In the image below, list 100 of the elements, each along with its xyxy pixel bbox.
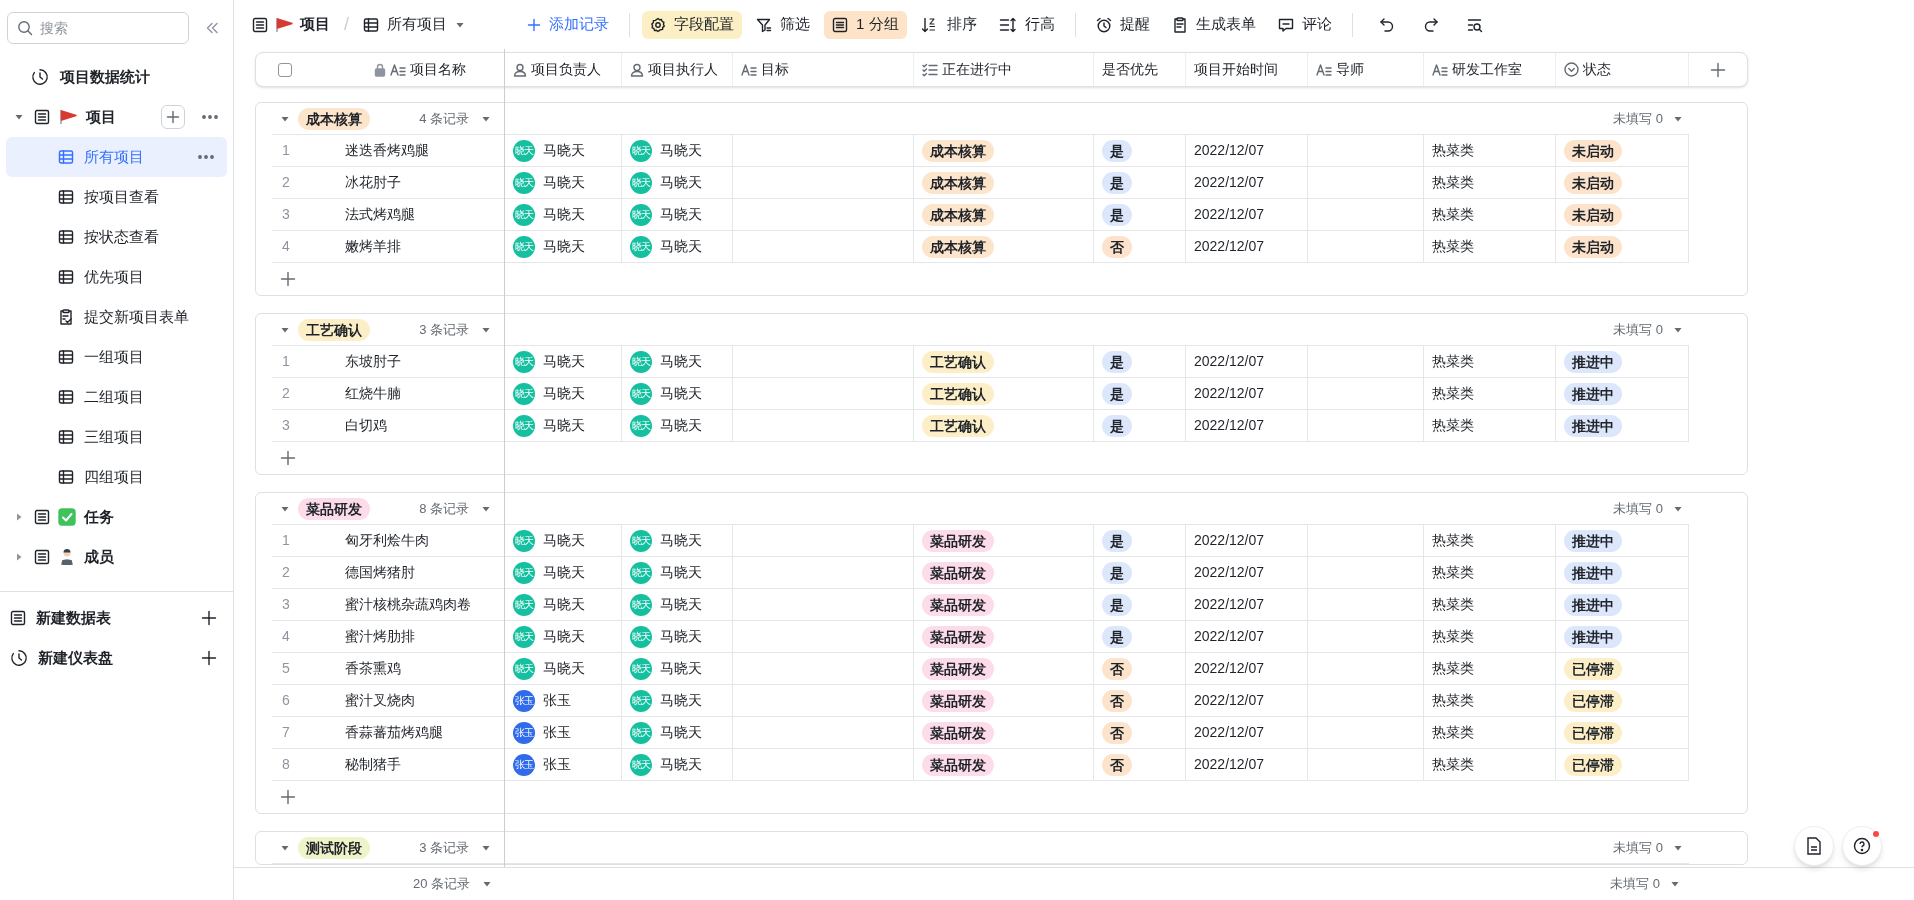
person-name: 马晓天 xyxy=(660,627,702,646)
column-header[interactable]: 项目执行人 xyxy=(630,59,718,80)
avatar: 晓天 xyxy=(630,350,652,373)
caret-toggle[interactable] xyxy=(14,112,24,122)
avatar: 晓天 xyxy=(630,753,652,776)
row-height-icon xyxy=(998,16,1017,33)
row-number: 1 xyxy=(282,352,291,371)
table-cell-text: 2022/12/07 xyxy=(1194,384,1265,403)
sidebar-item[interactable]: 一组项目 xyxy=(6,337,227,377)
table-cell-text: 热菜类 xyxy=(1432,352,1474,371)
alarm-clock-icon xyxy=(1095,16,1112,33)
collapse-button[interactable] xyxy=(205,22,219,34)
toolbar-button[interactable]: 提醒 xyxy=(1087,10,1158,39)
add-row-button[interactable] xyxy=(280,271,296,287)
caret-toggle[interactable] xyxy=(14,512,24,522)
table-cell-text: 东坡肘子 xyxy=(345,352,401,371)
plus-icon xyxy=(280,789,296,805)
sidebar-item[interactable]: 项目 xyxy=(34,105,116,129)
sidebar-item[interactable]: 按状态查看 xyxy=(6,217,227,257)
more-button[interactable] xyxy=(197,154,215,160)
tag: 推进中 xyxy=(1564,414,1622,437)
toolbar-button[interactable]: 添加记录 xyxy=(519,10,617,39)
sidebar-item[interactable]: 四组项目 xyxy=(6,457,227,497)
sidebar-item[interactable]: 所有项目 xyxy=(6,137,227,177)
column-header[interactable]: 项目开始时间 xyxy=(1194,59,1278,80)
record-count: 4 条记录 xyxy=(419,109,469,128)
table-icon xyxy=(58,389,74,405)
column-header[interactable]: 正在进行中 xyxy=(922,59,1012,80)
table-cell-text: 热菜类 xyxy=(1432,627,1474,646)
table-cell-text: 2022/12/07 xyxy=(1194,352,1265,371)
person-at-laptop-icon xyxy=(58,548,76,566)
toolbar-button[interactable]: 评论 xyxy=(1269,10,1340,39)
sidebar-item[interactable]: 成员 xyxy=(34,545,114,569)
select-all-checkbox[interactable] xyxy=(278,62,292,77)
row-number: 2 xyxy=(282,384,291,403)
column-header[interactable]: 项目名称 xyxy=(374,59,466,80)
help-button[interactable] xyxy=(1842,826,1882,866)
sidebar-item[interactable]: 优先项目 xyxy=(6,257,227,297)
person-icon xyxy=(630,62,644,77)
sidebar-item[interactable]: 新建数据表 xyxy=(0,598,233,638)
table-cell-text: 匈牙利烩牛肉 xyxy=(345,531,429,550)
column-header[interactable]: 状态 xyxy=(1564,59,1611,80)
document-button[interactable] xyxy=(1794,826,1834,866)
toolbar-button[interactable]: 1 分组 xyxy=(824,10,907,39)
sidebar-item[interactable]: 三组项目 xyxy=(6,417,227,457)
column-header[interactable]: 项目负责人 xyxy=(513,59,601,80)
tag: 是 xyxy=(1102,139,1132,162)
table-cell-text: 2022/12/07 xyxy=(1194,531,1265,550)
more-button[interactable] xyxy=(201,114,219,120)
column-header[interactable]: 导师 xyxy=(1316,59,1364,80)
table-cell-text: 热菜类 xyxy=(1432,237,1474,256)
filter-icon xyxy=(756,16,772,33)
toolbar-button[interactable]: 筛选 xyxy=(748,10,818,39)
dropdown-toggle[interactable] xyxy=(1670,879,1680,889)
toolbar-button[interactable]: 字段配置 xyxy=(642,10,742,39)
view-dropdown[interactable]: 所有项目 xyxy=(363,13,465,36)
sidebar-item[interactable]: 按项目查看 xyxy=(6,177,227,217)
unfilled-count: 未填写 0 xyxy=(1613,109,1663,128)
column-header[interactable]: 研发工作室 xyxy=(1432,59,1522,80)
sidebar-item[interactable]: 项目数据统计 xyxy=(0,57,233,97)
row-number: 2 xyxy=(282,173,291,192)
table-cell-text: 2022/12/07 xyxy=(1194,723,1265,742)
person-name: 马晓天 xyxy=(660,141,702,160)
add-button[interactable] xyxy=(201,610,217,626)
toolbar-button[interactable]: 生成表单 xyxy=(1163,10,1264,39)
column-header[interactable]: 是否优先 xyxy=(1102,59,1158,80)
text-field-icon xyxy=(741,62,757,77)
person-name: 马晓天 xyxy=(543,659,585,678)
toolbar-button[interactable]: 排序 xyxy=(912,10,985,39)
tag: 推进中 xyxy=(1564,382,1622,405)
add-row-button[interactable] xyxy=(280,789,296,805)
table-cell-text: 蜜汁烤肋排 xyxy=(345,627,415,646)
caret-toggle[interactable] xyxy=(14,552,24,562)
add-row-button[interactable] xyxy=(280,450,296,466)
avatar: 晓天 xyxy=(513,382,535,405)
sidebar-item[interactable]: 任务 xyxy=(34,505,114,529)
tag: 是 xyxy=(1102,625,1132,648)
toolbar-button[interactable]: 行高 xyxy=(990,10,1063,39)
person-name: 马晓天 xyxy=(543,205,585,224)
plus-icon xyxy=(166,110,180,124)
lock-icon xyxy=(374,62,386,77)
collapse-icon xyxy=(205,22,219,34)
person-name: 马晓天 xyxy=(660,352,702,371)
dropdown-toggle[interactable] xyxy=(482,879,492,889)
sidebar-item[interactable]: 提交新项目表单 xyxy=(6,297,227,337)
avatar: 晓天 xyxy=(630,689,652,712)
avatar: 晓天 xyxy=(630,203,652,226)
person-name: 马晓天 xyxy=(543,563,585,582)
tag: 成本核算 xyxy=(922,203,994,226)
sidebar-item[interactable]: 二组项目 xyxy=(6,377,227,417)
breadcrumb-item[interactable]: 项目 xyxy=(252,13,330,36)
sidebar-item[interactable]: 新建仪表盘 xyxy=(0,638,233,678)
search-field[interactable]: 搜索 xyxy=(7,12,189,44)
table-cell-text: 热菜类 xyxy=(1432,755,1474,774)
tag: 是 xyxy=(1102,561,1132,584)
document-icon xyxy=(1806,837,1822,855)
avatar: 晓天 xyxy=(630,414,652,437)
person-name: 马晓天 xyxy=(543,627,585,646)
column-header[interactable]: 目标 xyxy=(741,59,789,80)
add-button[interactable] xyxy=(201,650,217,666)
